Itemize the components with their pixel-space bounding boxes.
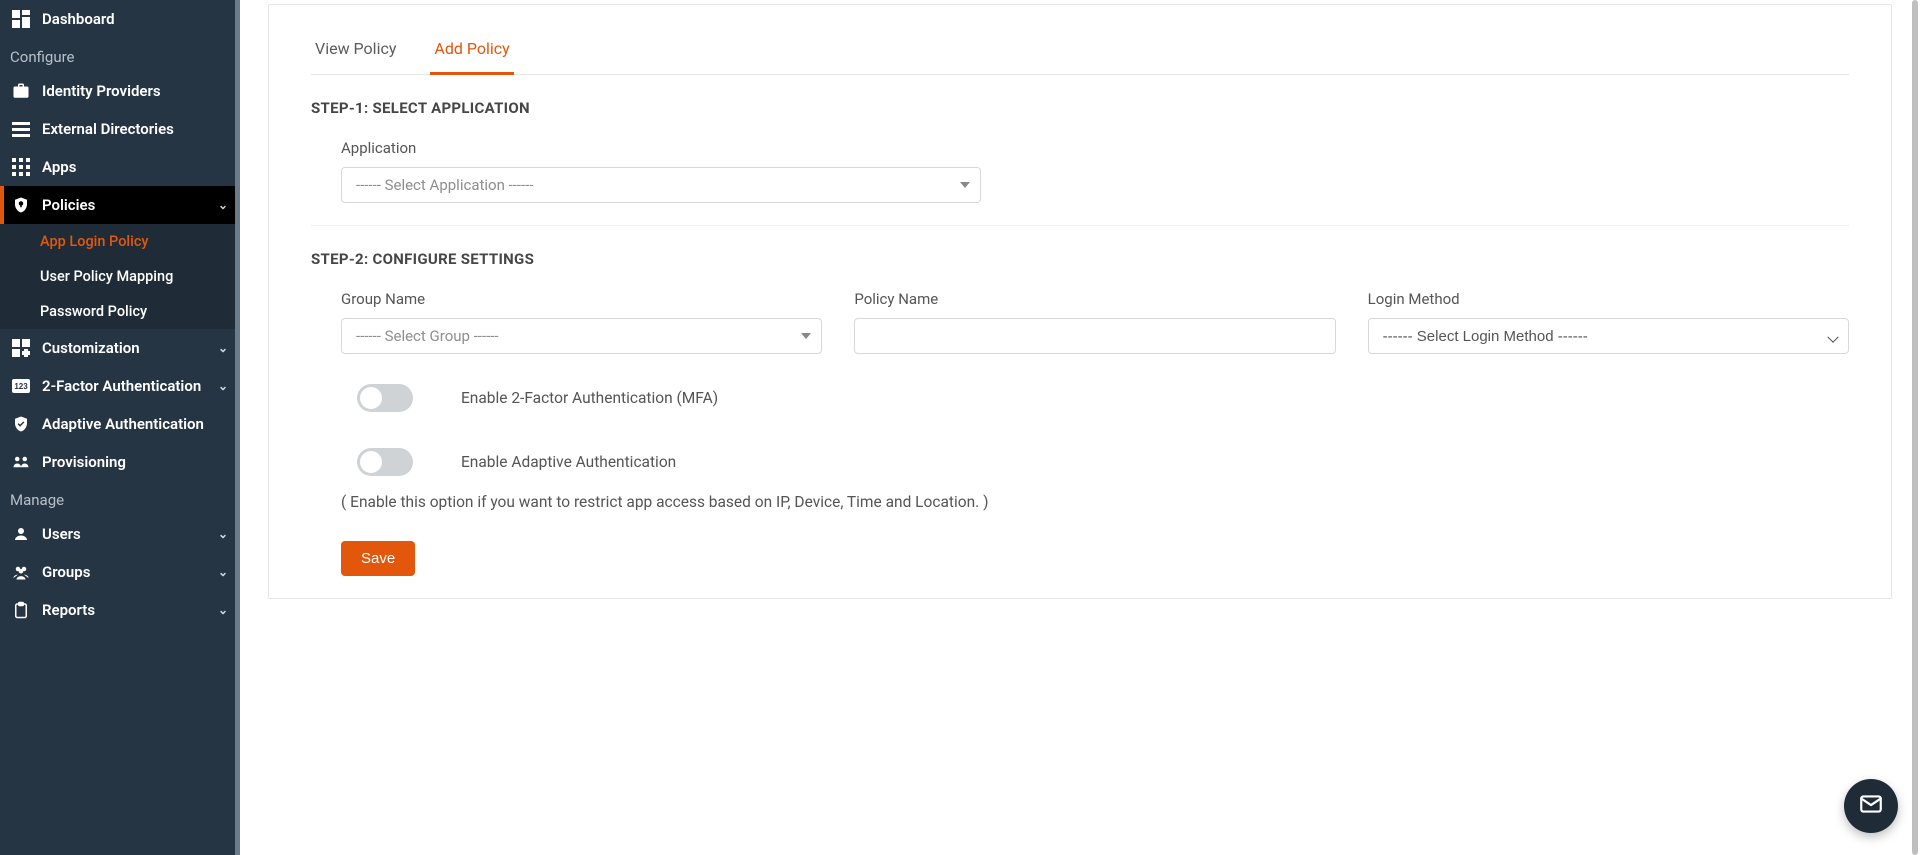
group-name-select-value: ------ Select Group ------ bbox=[356, 327, 499, 345]
sidebar-item-label: Customization bbox=[42, 339, 140, 357]
id-card-icon bbox=[12, 82, 30, 100]
save-button[interactable]: Save bbox=[341, 541, 415, 576]
step1-title: STEP-1: SELECT APPLICATION bbox=[311, 99, 1849, 117]
group-name-field: Group Name ------ Select Group ------ bbox=[341, 290, 822, 354]
caret-down-icon bbox=[960, 182, 970, 188]
adaptive-toggle-row: Enable Adaptive Authentication bbox=[341, 448, 1849, 476]
sidebar-group-configure: Configure bbox=[0, 38, 240, 72]
sidebar-item-external-directories[interactable]: External Directories bbox=[0, 110, 240, 148]
chevron-down-icon: ⌄ bbox=[218, 341, 228, 355]
clipboard-icon bbox=[12, 601, 30, 619]
shield-policy-icon bbox=[12, 196, 30, 214]
group-name-label: Group Name bbox=[341, 290, 822, 308]
sidebar-item-label: Reports bbox=[42, 601, 95, 619]
sidebar-sub-label: Password Policy bbox=[40, 303, 147, 320]
tab-label: Add Policy bbox=[434, 39, 509, 58]
adaptive-toggle[interactable] bbox=[357, 448, 413, 476]
login-method-select[interactable]: ------ Select Login Method ------ bbox=[1368, 318, 1849, 354]
tab-view-policy[interactable]: View Policy bbox=[311, 33, 400, 75]
sidebar-item-provisioning[interactable]: Provisioning bbox=[0, 443, 240, 481]
sidebar-item-groups[interactable]: Groups ⌄ bbox=[0, 553, 240, 591]
step2-section: Group Name ------ Select Group ------ Po… bbox=[311, 290, 1849, 576]
customize-icon bbox=[12, 339, 30, 357]
sidebar-sub-user-policy-mapping[interactable]: User Policy Mapping bbox=[0, 259, 240, 294]
user-icon bbox=[12, 525, 30, 543]
sidebar-item-label: Apps bbox=[42, 158, 76, 176]
mfa-toggle[interactable] bbox=[357, 384, 413, 412]
login-method-label: Login Method bbox=[1368, 290, 1849, 308]
adaptive-toggle-label: Enable Adaptive Authentication bbox=[461, 453, 676, 471]
sidebar-sub-password-policy[interactable]: Password Policy bbox=[0, 294, 240, 329]
sidebar-item-label: 2-Factor Authentication bbox=[42, 377, 201, 395]
application-select-value: ------ Select Application ------ bbox=[356, 176, 533, 194]
sidebar: Dashboard Configure Identity Providers E… bbox=[0, 0, 240, 855]
two-factor-icon: 123 bbox=[12, 377, 30, 395]
chevron-down-icon: ⌄ bbox=[218, 527, 228, 541]
sidebar-item-adaptive-auth[interactable]: Adaptive Authentication bbox=[0, 405, 240, 443]
sidebar-item-reports[interactable]: Reports ⌄ bbox=[0, 591, 240, 629]
tab-add-policy[interactable]: Add Policy bbox=[430, 33, 513, 75]
sidebar-item-two-factor[interactable]: 123 2-Factor Authentication ⌄ bbox=[0, 367, 240, 405]
support-fab[interactable] bbox=[1844, 779, 1898, 833]
svg-text:123: 123 bbox=[14, 382, 28, 391]
mfa-toggle-row: Enable 2-Factor Authentication (MFA) bbox=[341, 384, 1849, 412]
policy-name-label: Policy Name bbox=[854, 290, 1335, 308]
application-select[interactable]: ------ Select Application ------ bbox=[341, 167, 981, 203]
step1-section: Application ------ Select Application --… bbox=[311, 139, 1849, 203]
sidebar-item-dashboard[interactable]: Dashboard bbox=[0, 0, 240, 38]
shield-check-icon bbox=[12, 415, 30, 433]
sidebar-item-label: External Directories bbox=[42, 120, 174, 138]
login-method-field: Login Method ------ Select Login Method … bbox=[1368, 290, 1849, 354]
sidebar-item-policies[interactable]: Policies ⌄ bbox=[0, 186, 240, 224]
mfa-toggle-label: Enable 2-Factor Authentication (MFA) bbox=[461, 389, 718, 407]
list-icon bbox=[12, 120, 30, 138]
policy-name-field: Policy Name bbox=[854, 290, 1335, 354]
page-scrollbar[interactable] bbox=[1910, 0, 1920, 855]
sidebar-item-label: Policies bbox=[42, 196, 95, 214]
group-name-select[interactable]: ------ Select Group ------ bbox=[341, 318, 822, 354]
sidebar-item-customization[interactable]: Customization ⌄ bbox=[0, 329, 240, 367]
application-label: Application bbox=[341, 139, 1849, 157]
sidebar-group-manage: Manage bbox=[0, 481, 240, 515]
sidebar-item-label: Adaptive Authentication bbox=[42, 415, 204, 433]
sidebar-item-users[interactable]: Users ⌄ bbox=[0, 515, 240, 553]
sidebar-item-identity-providers[interactable]: Identity Providers bbox=[0, 72, 240, 110]
tab-label: View Policy bbox=[315, 39, 396, 58]
sidebar-sub-app-login-policy[interactable]: App Login Policy bbox=[0, 224, 240, 259]
sidebar-item-label: Provisioning bbox=[42, 453, 126, 471]
chevron-down-icon: ⌄ bbox=[218, 379, 228, 393]
section-divider bbox=[311, 225, 1849, 226]
adaptive-hint-wrap: ( Enable this option if you want to rest… bbox=[341, 490, 1041, 515]
sidebar-item-label: Groups bbox=[42, 563, 90, 581]
main-content: View Policy Add Policy STEP-1: SELECT AP… bbox=[240, 0, 1920, 855]
settings-row: Group Name ------ Select Group ------ Po… bbox=[341, 290, 1849, 354]
mail-icon bbox=[1858, 791, 1884, 821]
sidebar-item-label: Users bbox=[42, 525, 81, 543]
chevron-down-icon: ⌄ bbox=[218, 603, 228, 617]
sidebar-item-label: Identity Providers bbox=[42, 82, 161, 100]
policy-card: View Policy Add Policy STEP-1: SELECT AP… bbox=[268, 4, 1892, 599]
dashboard-icon bbox=[12, 10, 30, 28]
provisioning-icon bbox=[12, 453, 30, 471]
policy-tabs: View Policy Add Policy bbox=[311, 33, 1849, 75]
sidebar-sub-label: App Login Policy bbox=[40, 233, 149, 250]
sidebar-item-apps[interactable]: Apps bbox=[0, 148, 240, 186]
save-button-label: Save bbox=[361, 550, 395, 567]
chevron-down-icon: ⌄ bbox=[218, 198, 228, 212]
policy-name-input[interactable] bbox=[854, 318, 1335, 354]
chevron-down-icon: ⌄ bbox=[218, 565, 228, 579]
sidebar-item-label: Dashboard bbox=[42, 10, 115, 28]
sidebar-sub-label: User Policy Mapping bbox=[40, 268, 173, 285]
caret-down-icon bbox=[801, 333, 811, 339]
groups-icon bbox=[12, 563, 30, 581]
step2-title: STEP-2: CONFIGURE SETTINGS bbox=[311, 250, 1849, 268]
adaptive-hint: ( Enable this option if you want to rest… bbox=[341, 490, 1041, 515]
apps-grid-icon bbox=[12, 158, 30, 176]
